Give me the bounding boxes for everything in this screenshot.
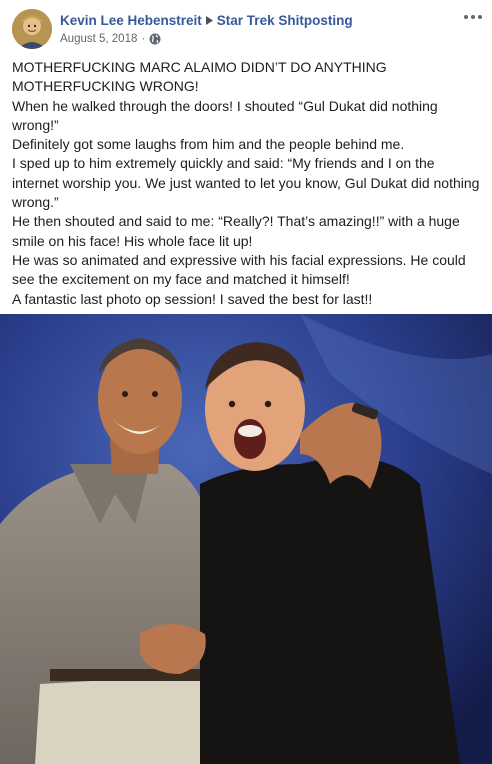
meta-separator: · <box>141 33 146 45</box>
post-paragraph: He then shouted and said to me: “Really?… <box>12 213 460 249</box>
post-paragraph: When he walked through the doors! I shou… <box>12 97 438 133</box>
post-paragraph: I sped up to him extremely quickly and s… <box>12 155 480 211</box>
post-body: MOTHERFUCKING MARC ALAIMO DIDN’T DO ANYT… <box>12 58 484 309</box>
author-avatar[interactable] <box>12 9 52 49</box>
post-paragraph: Definitely got some laughs from him and … <box>12 136 405 153</box>
post-paragraph: MOTHERFUCKING MARC ALAIMO DIDN’T DO ANYT… <box>12 59 387 95</box>
facebook-post: Kevin Lee Hebenstreit Star Trek Shitpost… <box>0 0 492 764</box>
post-photo[interactable] <box>0 314 492 764</box>
globe-icon[interactable] <box>149 33 161 45</box>
post-date-link[interactable]: August 5, 2018 <box>60 33 137 45</box>
group-name-link[interactable]: Star Trek Shitposting <box>217 13 353 28</box>
post-title-line: Kevin Lee Hebenstreit Star Trek Shitpost… <box>60 11 353 29</box>
post-meta: August 5, 2018 · <box>60 32 161 46</box>
photo-op-image <box>0 314 492 764</box>
author-name-link[interactable]: Kevin Lee Hebenstreit <box>60 13 202 28</box>
post-paragraph: A fantastic last photo op session! I sav… <box>12 290 373 307</box>
triangle-right-icon <box>205 15 213 25</box>
post-paragraph: He was so animated and expressive with h… <box>12 251 466 288</box>
more-options-icon[interactable] <box>464 11 482 23</box>
post-header: Kevin Lee Hebenstreit Star Trek Shitpost… <box>12 9 482 51</box>
